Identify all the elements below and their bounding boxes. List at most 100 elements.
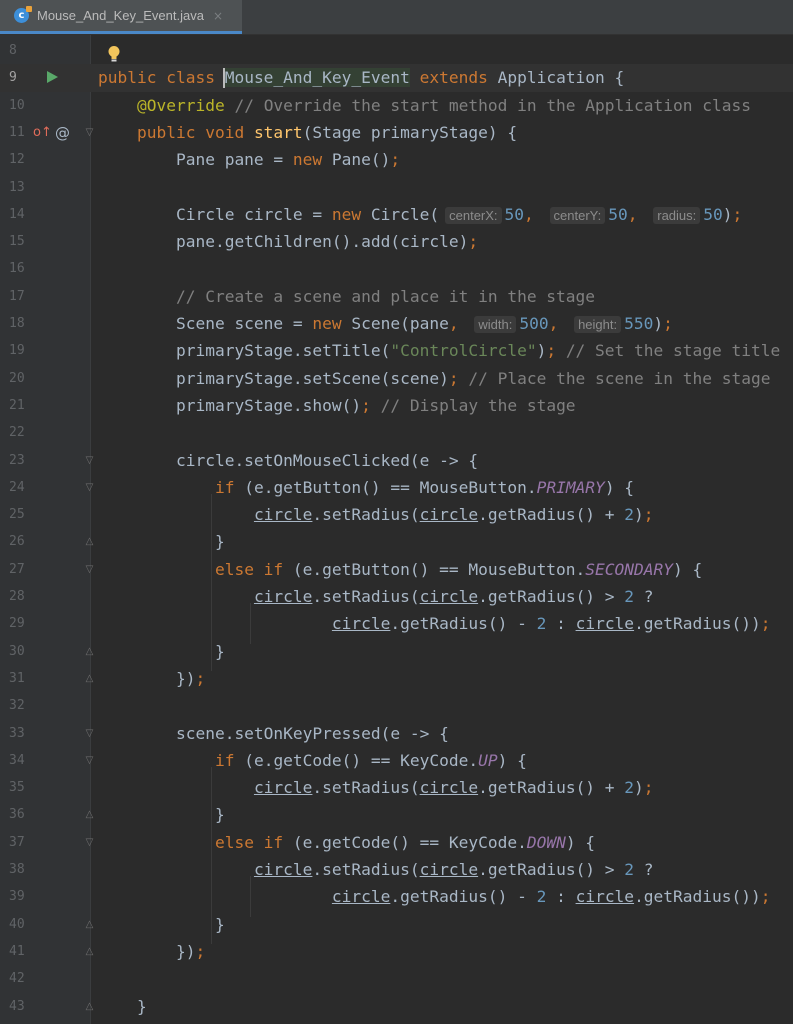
- code-line[interactable]: 16: [0, 255, 793, 282]
- fold-icon[interactable]: △: [85, 673, 94, 684]
- line-number: 15: [9, 234, 25, 250]
- code-line[interactable]: 33 ▽ scene.setOnKeyPressed(e -> {: [0, 720, 793, 747]
- code-line[interactable]: 35 circle.setRadius(circle.getRadius() +…: [0, 774, 793, 801]
- code-token: 2: [536, 887, 547, 907]
- code-line[interactable]: 18 Scene scene = new Scene(pane, width: 5…: [0, 310, 793, 337]
- override-icon[interactable]: o↑: [33, 125, 52, 140]
- text-caret: [223, 68, 225, 89]
- code-line[interactable]: 30 △ }: [0, 638, 793, 665]
- code-line[interactable]: 9 public class Mouse_And_Key_Event extend…: [0, 64, 793, 92]
- code-text: circle.getRadius() - 2 : circle.getRadiu…: [98, 610, 771, 637]
- code-token: 550: [624, 314, 654, 333]
- code-token: .getRadius() -: [390, 887, 537, 907]
- code-token: primaryStage.setScene(scene): [98, 368, 449, 388]
- code-line[interactable]: 36 △ }: [0, 801, 793, 828]
- code-token: ,: [627, 204, 648, 224]
- code-token: ;: [760, 887, 771, 907]
- code-token: circle: [253, 587, 313, 606]
- annotation-icon[interactable]: @: [55, 124, 70, 142]
- code-token: Application {: [497, 68, 625, 88]
- code-token: ) {: [673, 559, 703, 579]
- code-line[interactable]: 39 circle.getRadius() - 2 : circle.getRa…: [0, 883, 793, 910]
- code-line[interactable]: 34 ▽ if (e.getCode() == KeyCode.UP) {: [0, 747, 793, 774]
- line-number: 10: [9, 97, 25, 113]
- code-line[interactable]: 12 Pane pane = new Pane();: [0, 146, 793, 173]
- code-token: 500: [519, 314, 549, 333]
- fold-icon[interactable]: ▽: [85, 482, 94, 493]
- code-line[interactable]: 37 ▽ else if (e.getCode() == KeyCode.DOWN…: [0, 829, 793, 856]
- code-token: .setRadius(: [312, 505, 420, 525]
- code-token: extends: [419, 68, 498, 88]
- code-line[interactable]: 26 △ }: [0, 528, 793, 555]
- code-token: Mouse_And_Key_Event: [224, 68, 420, 88]
- fold-icon[interactable]: ▽: [85, 455, 94, 466]
- code-line[interactable]: 29 circle.getRadius() - 2 : circle.getRa…: [0, 610, 793, 637]
- code-line[interactable]: 15 pane.getChildren().add(circle);: [0, 228, 793, 255]
- code-token: circle: [419, 860, 479, 879]
- line-number: 24: [9, 479, 25, 495]
- code-token: }: [98, 914, 225, 934]
- code-line[interactable]: 40 △ }: [0, 911, 793, 938]
- code-token: .getRadius() >: [478, 860, 625, 879]
- fold-icon[interactable]: △: [85, 1001, 94, 1012]
- code-line[interactable]: 8: [0, 37, 793, 64]
- code-line[interactable]: 28 circle.setRadius(circle.getRadius() >…: [0, 583, 793, 610]
- code-text: circle.setRadius(circle.getRadius() + 2)…: [98, 501, 654, 528]
- code-line[interactable]: 19 primaryStage.setTitle("ControlCircle"…: [0, 337, 793, 364]
- line-number: 30: [9, 643, 25, 659]
- code-line[interactable]: 43 △ }: [0, 993, 793, 1020]
- fold-icon[interactable]: △: [85, 919, 94, 930]
- code-line[interactable]: 17 // Create a scene and place it in the…: [0, 283, 793, 310]
- code-token: 2: [624, 505, 635, 525]
- code-token: 2: [624, 778, 635, 798]
- code-line[interactable]: 14 Circle circle = new Circle(centerX: 50…: [0, 201, 793, 228]
- editor-tab-mouse-and-key-event[interactable]: c Mouse_And_Key_Event.java ×: [0, 0, 242, 34]
- code-line[interactable]: 13: [0, 174, 793, 201]
- run-icon[interactable]: [47, 71, 58, 84]
- code-line[interactable]: 27 ▽ else if (e.getButton() == MouseButto…: [0, 556, 793, 583]
- code-line[interactable]: 42: [0, 965, 793, 992]
- fold-icon[interactable]: ▽: [85, 728, 94, 739]
- code-token: }: [98, 532, 225, 552]
- code-token: ): [653, 314, 664, 333]
- code-token: .setRadius(: [312, 587, 420, 606]
- close-icon[interactable]: ×: [213, 9, 223, 23]
- code-token: // Create a scene and place it in the st…: [175, 286, 596, 306]
- code-line[interactable]: 20 primaryStage.setScene(scene); // Plac…: [0, 365, 793, 392]
- code-line[interactable]: 21 primaryStage.show(); // Display the s…: [0, 392, 793, 419]
- code-token: .getRadius() +: [478, 778, 625, 798]
- code-line[interactable]: 41 △ });: [0, 938, 793, 965]
- fold-icon[interactable]: △: [85, 646, 94, 657]
- fold-icon[interactable]: △: [85, 946, 94, 957]
- code-line[interactable]: 11 o↑ @ ▽ public void start(Stage primarySt…: [0, 119, 793, 146]
- code-line[interactable]: 38 circle.setRadius(circle.getRadius() >…: [0, 856, 793, 883]
- code-line[interactable]: 24 ▽ if (e.getButton() == MouseButton.PRI…: [0, 474, 793, 501]
- code-line[interactable]: 31 △ });: [0, 665, 793, 692]
- code-line[interactable]: 10 @Override // Override the start metho…: [0, 92, 793, 119]
- fold-icon[interactable]: ▽: [85, 755, 94, 766]
- code-token: (Stage primaryStage) {: [302, 122, 518, 142]
- line-number: 8: [9, 43, 17, 58]
- code-text: circle.getRadius() - 2 : circle.getRadiu…: [98, 883, 771, 910]
- code-line[interactable]: 22: [0, 419, 793, 446]
- code-token: .setRadius(: [312, 778, 420, 798]
- code-line[interactable]: 23 ▽ circle.setOnMouseClicked(e -> {: [0, 447, 793, 474]
- code-line[interactable]: 25 circle.setRadius(circle.getRadius() +…: [0, 501, 793, 528]
- fold-icon[interactable]: △: [85, 809, 94, 820]
- line-number: 12: [9, 152, 25, 168]
- code-text: }: [98, 993, 147, 1020]
- fold-icon[interactable]: ▽: [85, 127, 94, 138]
- fold-icon[interactable]: △: [85, 536, 94, 547]
- line-number: 25: [9, 507, 25, 523]
- lightbulb-icon[interactable]: [107, 45, 121, 63]
- line-number: 41: [9, 943, 25, 959]
- fold-icon[interactable]: ▽: [85, 837, 94, 848]
- code-token: ;: [195, 668, 206, 688]
- code-token: 2: [624, 587, 635, 606]
- fold-icon[interactable]: ▽: [85, 564, 94, 575]
- code-line[interactable]: 32: [0, 692, 793, 719]
- line-number: 19: [9, 343, 25, 359]
- code-text: primaryStage.show(); // Display the stag…: [98, 392, 576, 419]
- code-text: }: [98, 638, 225, 665]
